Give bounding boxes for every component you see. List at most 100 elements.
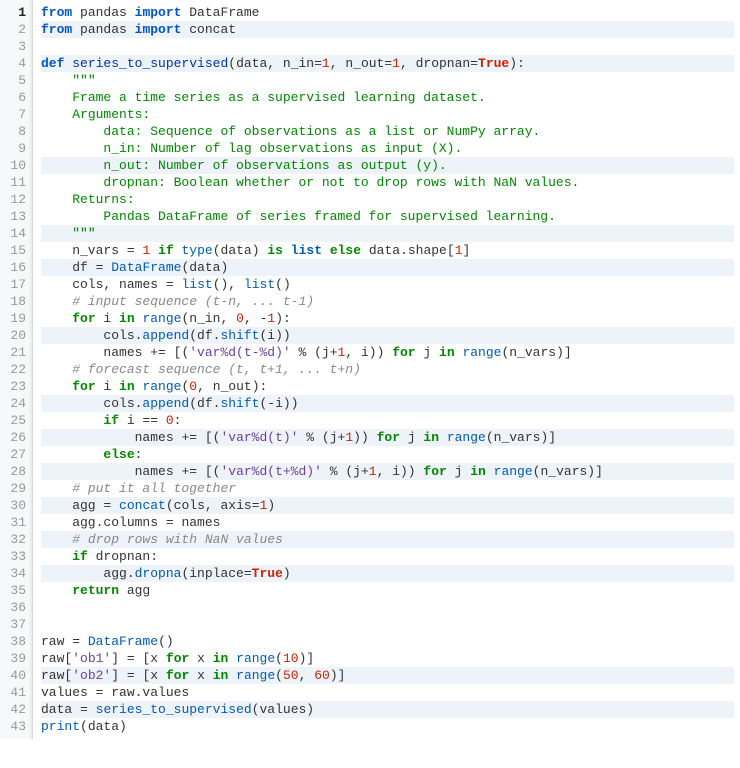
code-line[interactable]	[41, 616, 734, 633]
code-line[interactable]	[41, 599, 734, 616]
code-line[interactable]: agg = concat(cols, axis=1)	[41, 497, 734, 514]
code-token: )	[306, 702, 314, 717]
code-token: ]	[463, 243, 471, 258]
line-number: 22	[4, 361, 26, 378]
code-token: range	[462, 345, 501, 360]
code-line[interactable]: Pandas DataFrame of series framed for su…	[41, 208, 734, 225]
line-number: 4	[4, 55, 26, 72]
code-token	[41, 447, 103, 462]
code-token: ,	[228, 277, 236, 292]
code-token: series_to_supervised	[72, 56, 228, 71]
code-token: i	[96, 379, 119, 394]
code-token: agg	[41, 498, 103, 513]
code-line[interactable]: Arguments:	[41, 106, 734, 123]
code-line[interactable]: data = series_to_supervised(values)	[41, 701, 734, 718]
code-token: Pandas DataFrame of series framed for su…	[103, 209, 555, 224]
code-token: )	[220, 260, 228, 275]
code-token: i	[384, 464, 400, 479]
code-line[interactable]: if dropnan:	[41, 548, 734, 565]
code-line[interactable]: names += [('var%d(t)' % (j+1)) for j in …	[41, 429, 734, 446]
code-token: ))	[400, 464, 416, 479]
code-token: i	[275, 396, 283, 411]
code-line[interactable]: n_in: Number of lag observations as inpu…	[41, 140, 734, 157]
code-line[interactable]: cols.append(df.shift(i))	[41, 327, 734, 344]
line-number: 25	[4, 412, 26, 429]
line-number: 7	[4, 106, 26, 123]
code-line[interactable]: names += [('var%d(t-%d)' % (j+1, i)) for…	[41, 344, 734, 361]
code-token: n_in: Number of lag observations as inpu…	[103, 141, 462, 156]
code-token: shift	[220, 396, 259, 411]
code-token: j	[322, 345, 330, 360]
code-token: series_to_supervised	[96, 702, 252, 717]
code-token: dropnan: Boolean whether or not to drop …	[103, 175, 579, 190]
code-line[interactable]: return agg	[41, 582, 734, 599]
code-line[interactable]: """	[41, 72, 734, 89]
code-line[interactable]: n_vars = 1 if type(data) is list else da…	[41, 242, 734, 259]
code-line[interactable]: for i in range(n_in, 0, -1):	[41, 310, 734, 327]
code-token: (	[213, 243, 221, 258]
code-token: ]	[111, 651, 119, 666]
code-token: )	[119, 719, 127, 734]
code-line[interactable]: Frame a time series as a supervised lear…	[41, 89, 734, 106]
line-number: 15	[4, 242, 26, 259]
code-line[interactable]: def series_to_supervised(data, n_in=1, n…	[41, 55, 734, 72]
line-number: 43	[4, 718, 26, 735]
code-token	[174, 243, 182, 258]
code-token	[197, 430, 205, 445]
code-line[interactable]: # forecast sequence (t, t+1, ... t+n)	[41, 361, 734, 378]
code-line[interactable]: # put it all together	[41, 480, 734, 497]
line-number: 5	[4, 72, 26, 89]
code-token: Arguments:	[72, 107, 150, 122]
line-number: 9	[4, 140, 26, 157]
code-token: 10	[283, 651, 299, 666]
code-line[interactable]: # drop rows with NaN values	[41, 531, 734, 548]
code-line[interactable]: from pandas import concat	[41, 21, 734, 38]
code-token: # forecast sequence (t, t+1, ... t+n)	[72, 362, 361, 377]
code-line[interactable]: raw['ob2'] = [x for x in range(50, 60)]	[41, 667, 734, 684]
code-token: else	[103, 447, 134, 462]
code-token	[41, 413, 103, 428]
code-token: 'ob1'	[72, 651, 111, 666]
code-token: (	[189, 396, 197, 411]
code-line[interactable]: from pandas import DataFrame	[41, 4, 734, 21]
code-line[interactable]: cols, names = list(), list()	[41, 276, 734, 293]
code-line[interactable]: raw['ob1'] = [x for x in range(10)]	[41, 650, 734, 667]
code-token: ))	[369, 345, 385, 360]
code-line[interactable]: raw = DataFrame()	[41, 633, 734, 650]
code-token: names	[41, 345, 150, 360]
code-token: )]	[299, 651, 315, 666]
code-line[interactable]: names += [('var%d(t+%d)' % (j+1, i)) for…	[41, 463, 734, 480]
code-line[interactable]: agg.columns = names	[41, 514, 734, 531]
code-area[interactable]: from pandas import DataFramefrom pandas …	[33, 0, 740, 739]
code-token: ,	[345, 345, 353, 360]
code-token: x	[150, 668, 166, 683]
code-token: =	[127, 243, 135, 258]
code-token: in	[119, 379, 135, 394]
code-line[interactable]: n_out: Number of observations as output …	[41, 157, 734, 174]
line-number: 30	[4, 497, 26, 514]
code-token: =	[72, 634, 80, 649]
code-token	[322, 243, 330, 258]
line-number: 13	[4, 208, 26, 225]
code-line[interactable]: for i in range(0, n_out):	[41, 378, 734, 395]
code-token	[41, 362, 72, 377]
code-line[interactable]	[41, 38, 734, 55]
code-token: names	[41, 464, 181, 479]
code-token: n_in	[189, 311, 220, 326]
code-line[interactable]: dropnan: Boolean whether or not to drop …	[41, 174, 734, 191]
code-token: cols.	[41, 396, 142, 411]
code-line[interactable]: # input sequence (t-n, ... t-1)	[41, 293, 734, 310]
code-line[interactable]: values = raw.values	[41, 684, 734, 701]
code-line[interactable]: df = DataFrame(data)	[41, 259, 734, 276]
code-line[interactable]: print(data)	[41, 718, 734, 735]
code-token	[41, 124, 103, 139]
code-line[interactable]: data: Sequence of observations as a list…	[41, 123, 734, 140]
code-line[interactable]: cols.append(df.shift(-i))	[41, 395, 734, 412]
code-line[interactable]: if i == 0:	[41, 412, 734, 429]
code-line[interactable]: Returns:	[41, 191, 734, 208]
code-token: axis	[213, 498, 252, 513]
code-line[interactable]: agg.dropna(inplace=True)	[41, 565, 734, 582]
code-line[interactable]: """	[41, 225, 734, 242]
code-token: 60	[314, 668, 330, 683]
code-line[interactable]: else:	[41, 446, 734, 463]
